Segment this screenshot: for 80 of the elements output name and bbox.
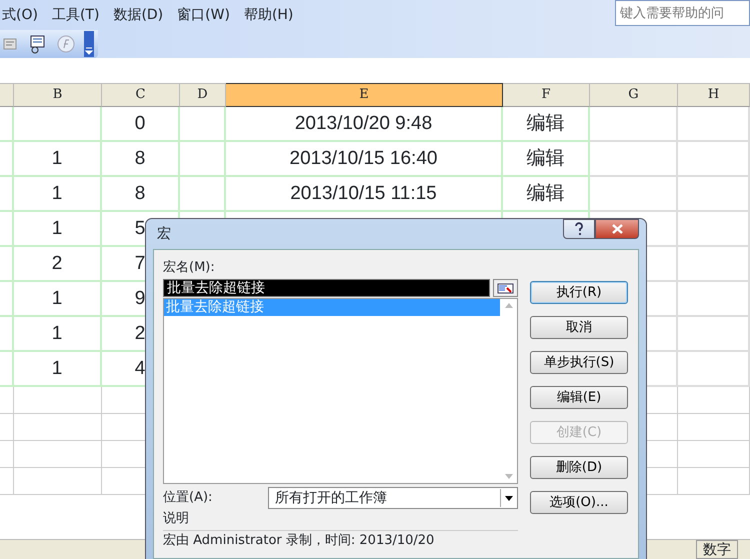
table-cell: 1 bbox=[14, 317, 102, 352]
row-header[interactable] bbox=[0, 177, 14, 212]
empty-cell bbox=[678, 212, 750, 247]
table-cell: 1 bbox=[14, 177, 102, 212]
dialog-button[interactable]: 编辑(E) bbox=[530, 386, 628, 409]
help-button[interactable] bbox=[563, 219, 595, 239]
column-header[interactable]: F bbox=[503, 83, 590, 107]
macro-name-field[interactable]: 批量去除超链接 bbox=[163, 279, 490, 298]
column-header[interactable]: G bbox=[590, 83, 678, 107]
table-cell: 8 bbox=[102, 177, 180, 212]
row-header[interactable] bbox=[0, 352, 14, 387]
scroll-up-icon[interactable] bbox=[504, 303, 512, 308]
column-header[interactable]: D bbox=[180, 83, 226, 107]
table-cell: 编辑 bbox=[503, 142, 590, 177]
column-header[interactable]: B bbox=[14, 83, 102, 107]
row-header[interactable] bbox=[0, 441, 14, 468]
table-cell: 1 bbox=[14, 282, 102, 317]
dialog-button[interactable]: 删除(D) bbox=[530, 456, 628, 479]
empty-cell bbox=[678, 247, 750, 282]
menu-item[interactable]: 式(O) bbox=[2, 4, 52, 26]
table-cell: 2013/10/15 16:40 bbox=[226, 142, 503, 177]
row-header[interactable] bbox=[0, 387, 14, 414]
help-search-field[interactable]: 键入需要帮助的问 bbox=[615, 0, 750, 26]
table-cell: 0 bbox=[102, 107, 180, 142]
location-label: 位置(A): bbox=[163, 490, 212, 506]
row-header[interactable] bbox=[0, 468, 14, 495]
table-cell: 2013/10/20 9:48 bbox=[226, 107, 503, 142]
table-cell: 编辑 bbox=[503, 107, 590, 142]
description-text: 宏由 Administrator 录制，时间: 2013/10/20 bbox=[163, 532, 436, 549]
empty-cell bbox=[678, 387, 750, 414]
location-dropdown[interactable]: 所有打开的工作簿 bbox=[268, 487, 518, 510]
table-cell: 1 bbox=[14, 352, 102, 387]
empty-cell bbox=[678, 282, 750, 317]
dialog-button[interactable]: 单步执行(S) bbox=[530, 351, 628, 374]
menu-item[interactable]: 工具(T) bbox=[52, 4, 114, 26]
help-icon bbox=[574, 222, 584, 236]
table-cell: 编辑 bbox=[503, 177, 590, 212]
select-all-corner[interactable] bbox=[0, 83, 14, 107]
column-header[interactable]: H bbox=[678, 83, 750, 107]
empty-cell bbox=[678, 414, 750, 441]
dialog-title: 宏 bbox=[157, 224, 171, 244]
function-icon[interactable] bbox=[56, 34, 76, 54]
menu-item[interactable]: 数据(D) bbox=[113, 4, 178, 26]
row-header[interactable] bbox=[0, 282, 14, 317]
dropdown-arrow-icon bbox=[505, 496, 513, 501]
table-cell: 2013/10/15 11:15 bbox=[226, 177, 503, 212]
close-button[interactable] bbox=[595, 219, 639, 239]
empty-cell bbox=[678, 468, 750, 495]
collapse-button[interactable] bbox=[493, 279, 518, 298]
table-cell: 1 bbox=[14, 212, 102, 247]
empty-cell bbox=[180, 142, 226, 177]
column-header[interactable]: C bbox=[102, 83, 180, 107]
empty-cell bbox=[678, 107, 750, 142]
empty-cell bbox=[678, 352, 750, 387]
dialog-button[interactable]: 取消 bbox=[530, 316, 628, 339]
row-header[interactable] bbox=[0, 212, 14, 247]
empty-cell bbox=[678, 142, 750, 177]
close-icon bbox=[612, 224, 622, 234]
row-header[interactable] bbox=[0, 414, 14, 441]
status-mode: 数字 bbox=[696, 540, 738, 559]
empty-cell bbox=[678, 177, 750, 212]
row-header[interactable] bbox=[0, 317, 14, 352]
menu-item[interactable]: 窗口(W) bbox=[177, 4, 244, 26]
empty-cell bbox=[678, 441, 750, 468]
table-cell: 2 bbox=[14, 247, 102, 282]
table-cell: 1 bbox=[14, 142, 102, 177]
scroll-down-icon[interactable] bbox=[504, 474, 512, 480]
toolbar-options-icon[interactable] bbox=[84, 31, 94, 57]
dialog-button[interactable]: 选项(O)... bbox=[530, 491, 628, 514]
column-header[interactable]: E bbox=[226, 83, 503, 107]
row-header[interactable] bbox=[0, 142, 14, 177]
collapse-dialog-icon bbox=[497, 282, 514, 294]
row-header[interactable] bbox=[0, 247, 14, 282]
empty-cell bbox=[678, 317, 750, 352]
menu-item[interactable]: 帮助(H) bbox=[244, 4, 308, 26]
description-label: 说明 bbox=[163, 511, 190, 528]
table-cell: 8 bbox=[102, 142, 180, 177]
row-header[interactable] bbox=[0, 107, 14, 142]
empty-cell bbox=[180, 107, 226, 142]
dialog-button[interactable]: 执行(R) bbox=[530, 281, 628, 304]
